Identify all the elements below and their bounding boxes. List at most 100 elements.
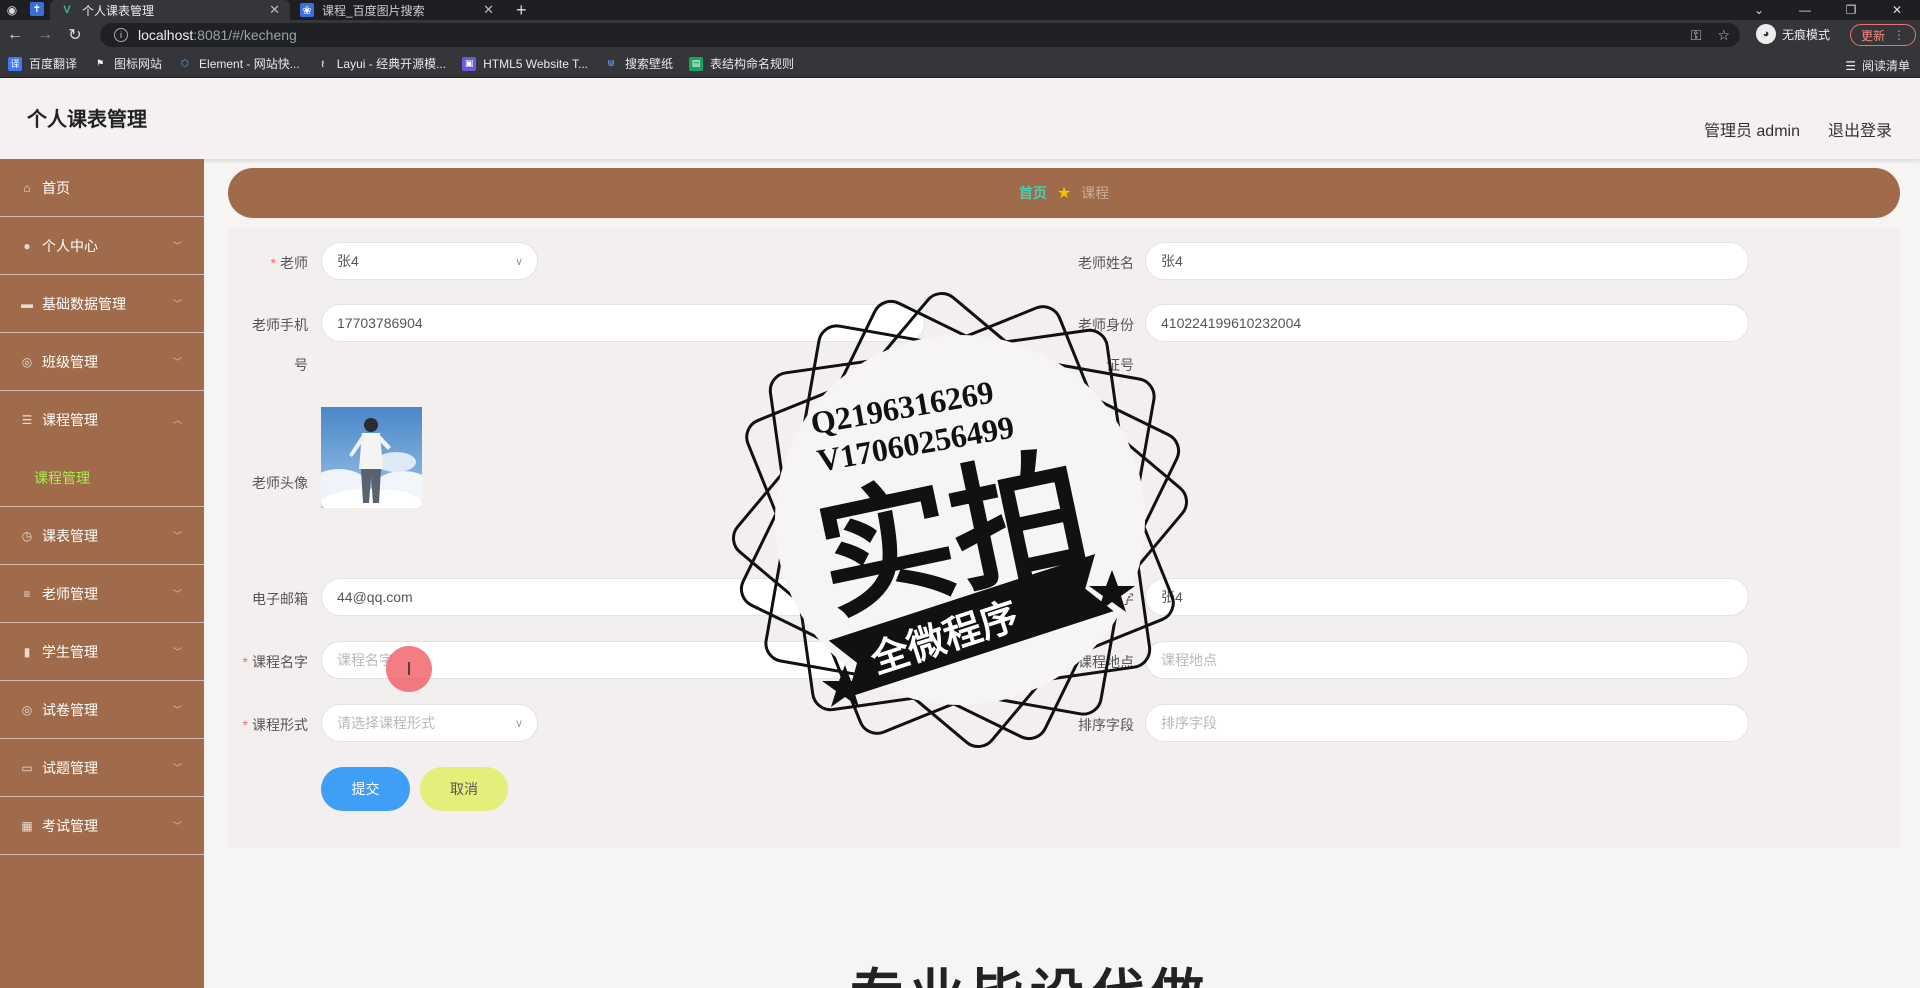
sidebar-item-label: 老师管理 [42,585,98,602]
sidebar-item-class[interactable]: ◎ 班级管理 ﹀ [0,333,204,391]
wallpaper-icon: ⋓ [607,58,615,68]
teacher-select[interactable]: 张4 ∨ [321,242,538,280]
user-icon: ● [23,238,31,253]
course-teacher-label: 老师名字 [1078,591,1134,607]
course-form-select[interactable]: 请选择课程形式 ∨ [321,704,538,742]
course-place-input[interactable]: 课程地点 [1145,641,1749,679]
bookmark-item[interactable]: ⋓ 搜索壁纸 [604,55,673,72]
course-teacher-value: 张4 [1161,589,1183,605]
submit-button[interactable]: 提交 [321,767,410,811]
bookmarks-bar: 译百度翻译 ⚑ 图标网站 ⬡ Element - 网站快... ℓ Layui - 经… [0,50,1920,78]
globe-icon: ◎ [21,354,33,369]
chevron-down-icon: ﹀ [172,763,182,773]
course-teacher-field[interactable]: 张4 [1145,578,1749,616]
bookmark-label: HTML5 Website T... [483,56,589,71]
address-bar[interactable]: i localhost:8081/#/kecheng ⚿ ☆ [100,23,1740,47]
sort-input[interactable]: 排序字段 [1145,704,1749,742]
chevron-down-icon: ﹀ [172,821,182,831]
avatar-illustration [321,407,422,508]
email-value: 44@qq.com [337,589,413,605]
browser-toolbar: ← → ↻ i localhost:8081/#/kecheng ⚿ ☆ ◕ 无… [0,20,1920,50]
cancel-button[interactable]: 取消 [420,767,508,811]
forward-icon[interactable]: → [30,20,60,50]
teacher-name-field[interactable]: 张4 [1145,242,1749,280]
sidebar-item-course[interactable]: ☰ 课程管理 ︿ [0,391,204,449]
url-path: :8081/#/kecheng [193,27,297,43]
bookmark-label: 百度翻译 [29,57,78,71]
minimize-icon[interactable]: — [1782,0,1828,20]
tab-active[interactable]: V 个人课表管理 ✕ [50,0,290,20]
bookmark-item[interactable]: ▤ 表结构命名规则 [689,55,794,72]
reading-list-label: 阅读清单 [1861,59,1910,73]
sidebar-item-exam[interactable]: ▦ 考试管理 ﹀ [0,797,204,855]
tab-close-icon[interactable]: ✕ [483,2,494,18]
teacher-select-value: 张4 [337,253,359,269]
reload-icon[interactable]: ↻ [60,20,90,50]
sidebar-item-student[interactable]: ▮ 学生管理 ﹀ [0,623,204,681]
breadcrumb-home[interactable]: 首页 [1019,183,1047,203]
teacher-avatar-image[interactable] [321,407,422,508]
sidebar-subitem-course[interactable]: 课程管理 [0,449,204,507]
home-icon: ⌂ [23,180,31,195]
sidebar-item-label: 个人中心 [42,237,98,254]
sidebar-item-question[interactable]: ▭ 试题管理 ﹀ [0,739,204,797]
sidebar-item-label: 班级管理 [42,353,98,370]
more-vert-icon: ⋮ [1893,28,1905,42]
key-icon[interactable]: ⚿ [1691,27,1702,44]
sidebar-item-label: 试卷管理 [42,701,98,718]
sidebar-item-label: 学生管理 [42,643,98,660]
tab-inactive[interactable]: ❀ 课程_百度图片搜索 ✕ [290,0,504,20]
sidebar-item-paper[interactable]: ◎ 试卷管理 ﹀ [0,681,204,739]
teacher-id-field[interactable]: 410224199610232004 [1145,304,1749,342]
bookmark-item[interactable]: ⬡ Element - 网站快... [178,55,300,72]
bookmark-item[interactable]: ▣ HTML5 Website T... [462,56,589,71]
teacher-name-label: 老师姓名 [1078,255,1134,271]
site-info-icon[interactable]: i [114,28,128,42]
tab-title: 个人课表管理 [82,3,155,18]
chevron-down-icon: ﹀ [172,531,182,541]
sliders-icon: ☰ [21,413,33,427]
chevron-up-icon: ︿ [172,415,182,425]
tab-close-icon[interactable]: ✕ [269,2,280,18]
chrome-menu-icon[interactable]: ◉ [0,0,24,20]
back-icon[interactable]: ← [0,20,30,50]
teacher-id-label: 老师身份 [1078,317,1134,333]
update-button[interactable]: 更新 ⋮ [1850,24,1916,46]
sidebar-item-timetable[interactable]: ◷ 课表管理 ﹀ [0,507,204,565]
course-place-placeholder: 课程地点 [1161,652,1217,668]
chevron-down-icon: ﹀ [172,589,182,599]
app-header: 个人课表管理 管理员 admin 退出登录 [0,79,1920,159]
restore-icon[interactable]: ❐ [1828,0,1874,20]
email-field[interactable]: 44@qq.com [321,578,925,616]
pinned-tab-icon[interactable]: ✝ [30,2,44,16]
incognito-label: 无痕模式 [1782,27,1831,42]
bookmark-item[interactable]: ℓ Layui - 经典开源模... [316,55,446,72]
sidebar-item-profile[interactable]: ● 个人中心 ﹀ [0,217,204,275]
bookmark-label: Element - 网站快... [199,57,300,71]
reading-list[interactable]: ☰ 阅读清单 [1845,57,1910,74]
sidebar-item-label: 首页 [42,179,70,196]
bookmark-star-icon[interactable]: ☆ [1717,27,1730,44]
sidebar-item-basic-data[interactable]: ▬ 基础数据管理 ﹀ [0,275,204,333]
url-host: localhost [138,27,194,43]
logout-link[interactable]: 退出登录 [1828,117,1892,141]
sheet-icon: ▤ [689,56,704,71]
sidebar-item-label: 基础数据管理 [42,295,126,312]
new-tab-button[interactable]: + [504,0,539,20]
email-label: 电子邮箱 [252,591,308,607]
course-name-placeholder: 课程名字 [337,652,393,668]
bookmark-item[interactable]: ⚑ 图标网站 [93,55,162,72]
sort-placeholder: 排序字段 [1161,715,1217,731]
incognito-indicator[interactable]: ◕ 无痕模式 [1756,24,1830,44]
sidebar-item-teacher[interactable]: ≡ 老师管理 ﹀ [0,565,204,623]
sidebar-item-home[interactable]: ⌂ 首页 [0,159,204,217]
tab-search-icon[interactable]: ⌄ [1736,0,1782,20]
close-window-icon[interactable]: ✕ [1874,0,1920,20]
monitor-icon: ▬ [21,296,33,311]
app-title: 个人课表管理 [27,109,147,131]
bookmark-item[interactable]: 译百度翻译 [8,55,77,72]
sidebar-item-label: 课表管理 [42,527,98,544]
bottom-banner-text: 专业毕设代做 [850,958,1210,988]
briefcase-icon: ▭ [21,760,33,775]
teacher-phone-field[interactable]: 17703786904 [321,304,925,342]
